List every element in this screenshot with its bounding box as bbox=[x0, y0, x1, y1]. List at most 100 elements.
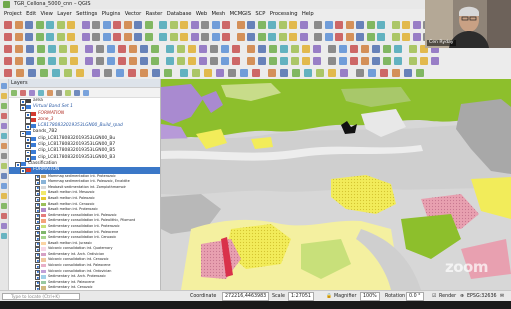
layers-toolbar-icon[interactable] bbox=[65, 89, 71, 96]
toolbar-tool-icon[interactable] bbox=[190, 33, 199, 41]
side-tool-icon[interactable] bbox=[1, 143, 7, 149]
toolbar-tool-icon[interactable] bbox=[222, 21, 230, 29]
toolbar-tool-icon[interactable] bbox=[280, 69, 288, 77]
toolbar-tool-icon[interactable] bbox=[16, 69, 24, 77]
toolbar-tool-icon[interactable] bbox=[247, 33, 255, 41]
render-checkbox[interactable]: ☑ bbox=[432, 291, 436, 301]
toolbar-tool-icon[interactable] bbox=[345, 33, 354, 41]
toolbar-tool-icon[interactable] bbox=[52, 69, 60, 77]
toolbar-tool-icon[interactable] bbox=[48, 57, 56, 65]
toolbar-tool-icon[interactable] bbox=[76, 69, 84, 77]
toolbar-tool-icon[interactable] bbox=[232, 45, 240, 53]
toolbar-tool-icon[interactable] bbox=[324, 33, 333, 41]
toolbar-tool-icon[interactable] bbox=[177, 45, 185, 53]
toolbar-tool-icon[interactable] bbox=[278, 21, 287, 29]
toolbar-tool-icon[interactable] bbox=[102, 21, 111, 29]
toolbar-tool-icon[interactable] bbox=[391, 33, 400, 41]
layers-toolbar-icon[interactable] bbox=[47, 89, 53, 96]
toolbar-tool-icon[interactable] bbox=[180, 33, 188, 41]
toolbar-tool-icon[interactable] bbox=[144, 21, 153, 29]
toolbar-tool-icon[interactable] bbox=[335, 33, 343, 41]
toolbar-tool-icon[interactable] bbox=[164, 69, 172, 77]
toolbar-tool-icon[interactable] bbox=[366, 21, 375, 29]
side-tool-icon[interactable] bbox=[1, 123, 7, 129]
toolbar-tool-icon[interactable] bbox=[15, 45, 23, 53]
toolbar-tool-icon[interactable] bbox=[216, 69, 224, 77]
toolbar-tool-icon[interactable] bbox=[152, 69, 160, 77]
toolbar-tool-icon[interactable] bbox=[188, 57, 196, 65]
toolbar-tool-icon[interactable] bbox=[14, 33, 23, 41]
toolbar-tool-icon[interactable] bbox=[356, 69, 364, 77]
toolbar-tool-icon[interactable] bbox=[377, 21, 385, 29]
toolbar-tool-icon[interactable] bbox=[107, 57, 115, 65]
toolbar-tool-icon[interactable] bbox=[188, 45, 196, 53]
toolbar-tool-icon[interactable] bbox=[211, 33, 220, 41]
toolbar-tool-icon[interactable] bbox=[96, 57, 104, 65]
toolbar-tool-icon[interactable] bbox=[258, 57, 266, 65]
toolbar-tool-icon[interactable] bbox=[180, 21, 188, 29]
toolbar-tool-icon[interactable] bbox=[180, 69, 188, 77]
menu-edit[interactable]: Edit bbox=[24, 9, 38, 19]
toolbar-tool-icon[interactable] bbox=[328, 69, 336, 77]
toolbar-tool-icon[interactable] bbox=[257, 21, 266, 29]
toolbar-tool-icon[interactable] bbox=[92, 21, 100, 29]
toolbar-tool-icon[interactable] bbox=[280, 57, 288, 65]
toolbar-tool-icon[interactable] bbox=[222, 33, 230, 41]
rotation-field[interactable]: 0.0 ° bbox=[406, 291, 424, 301]
toolbar-tool-icon[interactable] bbox=[252, 69, 260, 77]
toolbar-tool-icon[interactable] bbox=[228, 69, 236, 77]
toolbar-tool-icon[interactable] bbox=[151, 45, 159, 53]
toolbar-tool-icon[interactable] bbox=[361, 57, 369, 65]
toolbar-tool-icon[interactable] bbox=[268, 21, 276, 29]
toolbar-tool-icon[interactable] bbox=[380, 69, 388, 77]
toolbar-tool-icon[interactable] bbox=[304, 69, 312, 77]
toolbar-tool-icon[interactable] bbox=[81, 21, 90, 29]
toolbar-tool-icon[interactable] bbox=[221, 45, 229, 53]
toolbar-tool-icon[interactable] bbox=[292, 69, 300, 77]
side-tool-icon[interactable] bbox=[1, 113, 7, 119]
toolbar-tool-icon[interactable] bbox=[113, 33, 121, 41]
toolbar-tool-icon[interactable] bbox=[232, 57, 240, 65]
toolbar-tool-icon[interactable] bbox=[118, 45, 126, 53]
side-tool-icon[interactable] bbox=[1, 233, 7, 239]
toolbar-tool-icon[interactable] bbox=[431, 57, 439, 65]
toolbar-tool-icon[interactable] bbox=[416, 69, 424, 77]
toolbar-tool-icon[interactable] bbox=[299, 33, 308, 41]
toolbar-tool-icon[interactable] bbox=[313, 45, 321, 53]
toolbar-tool-icon[interactable] bbox=[377, 33, 385, 41]
toolbar-tool-icon[interactable] bbox=[128, 69, 136, 77]
toolbar-tool-icon[interactable] bbox=[70, 45, 78, 53]
menu-settings[interactable]: Settings bbox=[74, 9, 100, 19]
toolbar-tool-icon[interactable] bbox=[409, 45, 417, 53]
toolbar-tool-icon[interactable] bbox=[28, 69, 36, 77]
toolbar-tool-icon[interactable] bbox=[102, 33, 111, 41]
menu-processing[interactable]: Processing bbox=[268, 9, 300, 19]
toolbar-tool-icon[interactable] bbox=[247, 57, 255, 65]
toolbar-tool-icon[interactable] bbox=[394, 57, 402, 65]
toolbar-tool-icon[interactable] bbox=[64, 69, 72, 77]
toolbar-tool-icon[interactable] bbox=[302, 57, 310, 65]
toolbar-tool-icon[interactable] bbox=[361, 45, 369, 53]
toolbar-tool-icon[interactable] bbox=[199, 45, 207, 53]
toolbar-tool-icon[interactable] bbox=[15, 57, 23, 65]
side-tool-icon[interactable] bbox=[1, 93, 7, 99]
toolbar-tool-icon[interactable] bbox=[258, 45, 266, 53]
toolbar-tool-icon[interactable] bbox=[134, 21, 142, 29]
toolbar-tool-icon[interactable] bbox=[412, 21, 421, 29]
toolbar-tool-icon[interactable] bbox=[169, 21, 178, 29]
toolbar-tool-icon[interactable] bbox=[339, 45, 347, 53]
toolbar-tool-icon[interactable] bbox=[67, 21, 75, 29]
toolbar-tool-icon[interactable] bbox=[40, 69, 48, 77]
side-tool-icon[interactable] bbox=[1, 183, 7, 189]
toolbar-tool-icon[interactable] bbox=[169, 33, 178, 41]
toolbar-tool-icon[interactable] bbox=[236, 21, 245, 29]
toolbar-tool-icon[interactable] bbox=[116, 69, 124, 77]
menu-scp[interactable]: SCP bbox=[253, 9, 267, 19]
side-tool-icon[interactable] bbox=[1, 203, 7, 209]
toolbar-tool-icon[interactable] bbox=[335, 21, 343, 29]
side-tool-icon[interactable] bbox=[1, 83, 7, 89]
toolbar-tool-icon[interactable] bbox=[289, 33, 297, 41]
toolbar-tool-icon[interactable] bbox=[85, 57, 93, 65]
menu-raster[interactable]: Raster bbox=[143, 9, 164, 19]
toolbar-tool-icon[interactable] bbox=[104, 69, 112, 77]
